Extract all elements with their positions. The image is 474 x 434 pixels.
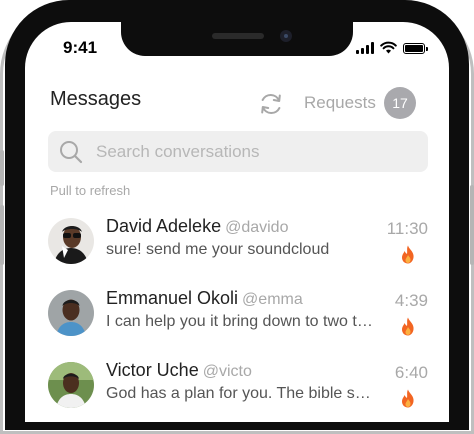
side-button-left-lower xyxy=(0,205,4,265)
conversation-header: Emmanuel Okoli @emma xyxy=(106,288,303,309)
search-icon xyxy=(60,141,83,164)
contact-name: Emmanuel Okoli xyxy=(106,288,239,308)
side-button-right xyxy=(470,185,474,265)
avatar xyxy=(48,218,94,264)
search-bar[interactable] xyxy=(48,131,428,172)
side-button-left xyxy=(0,150,4,186)
fire-icon xyxy=(402,389,414,408)
fire-icon xyxy=(402,245,414,264)
avatar xyxy=(48,362,94,408)
conversation-row[interactable]: Emmanuel Okoli @emma I can help you it br… xyxy=(48,286,428,346)
wifi-icon xyxy=(380,41,397,54)
pull-to-refresh-hint: Pull to refresh xyxy=(50,183,131,198)
avatar xyxy=(48,290,94,336)
message-time: 6:40 xyxy=(394,363,428,382)
message-preview: I can help you it bring down to two thou… xyxy=(106,313,378,330)
requests-link[interactable]: Requests xyxy=(304,93,376,113)
status-time: 9:41 xyxy=(63,38,98,57)
notch xyxy=(121,22,353,56)
conversation-row[interactable]: Victor Uche @victo God has a plan for you… xyxy=(48,358,428,418)
message-preview: God has a plan for you. The bible says s… xyxy=(106,385,378,402)
phone-frame xyxy=(0,0,474,434)
speaker-grille xyxy=(212,33,264,39)
conversation-header: David Adeleke @davido xyxy=(106,216,288,237)
conversation-header: Victor Uche @victo xyxy=(106,360,252,381)
contact-handle: @emma xyxy=(242,291,303,308)
signal-icon xyxy=(356,42,374,54)
message-preview: sure! send me your soundcloud xyxy=(106,241,330,258)
page-title: Messages xyxy=(50,88,142,110)
fire-icon xyxy=(402,317,414,336)
message-time: 4:39 xyxy=(394,291,428,310)
contact-name: David Adeleke xyxy=(106,216,222,236)
refresh-icon[interactable] xyxy=(258,91,284,117)
front-camera xyxy=(280,30,292,42)
message-time: 11:30 xyxy=(386,219,428,238)
contact-handle: @davido xyxy=(225,219,289,236)
conversation-row[interactable]: David Adeleke @davido sure! send me your … xyxy=(48,214,428,274)
contact-handle: @victo xyxy=(202,363,252,380)
contact-name: Victor Uche xyxy=(106,360,199,380)
search-input[interactable] xyxy=(96,131,416,172)
requests-count-badge[interactable]: 17 xyxy=(384,87,416,119)
status-icons xyxy=(356,40,428,54)
battery-icon xyxy=(403,43,428,54)
